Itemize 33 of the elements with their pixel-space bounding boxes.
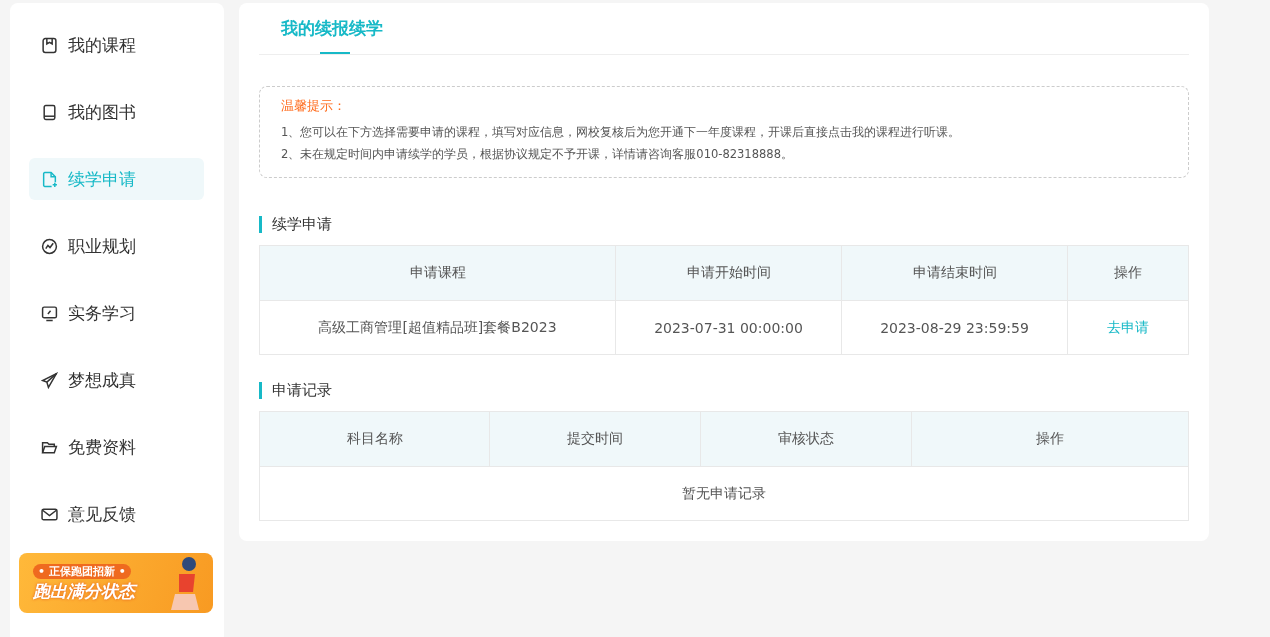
column-header: 申请开始时间	[616, 246, 842, 301]
paper-plane-icon	[41, 371, 58, 389]
monitor-icon	[41, 304, 58, 322]
bookmark-icon	[41, 36, 58, 54]
sidebar-item[interactable]: 职业规划	[29, 225, 204, 267]
sidebar-item[interactable]: 我的课程	[29, 24, 204, 66]
section-title: 申请记录	[259, 382, 1189, 399]
notice-text: 1、您可以在下方选择需要申请的课程，填写对应信息，网校复核后为您开通下一年度课程，开课后直接点击我的课程进行听课。	[281, 124, 962, 141]
column-header: 提交时间	[490, 412, 701, 467]
sidebar-item[interactable]: 意见反馈	[29, 493, 204, 535]
book-icon	[41, 103, 58, 121]
sidebar-item[interactable]: 实务学习	[29, 292, 204, 334]
sidebar-item[interactable]: 我的图书	[29, 91, 204, 133]
sidebar-item[interactable]: 免费资料	[29, 426, 204, 468]
column-header: 科目名称	[260, 412, 490, 467]
empty-message: 暂无申请记录	[681, 483, 767, 503]
notice-text: 2、未在规定时间内申请续学的学员，根据协议规定不予开课，详情请咨询客服010-82318888。	[281, 146, 794, 163]
envelope-icon	[41, 505, 58, 523]
banner-headline: 跑出满分状态	[33, 579, 213, 603]
chart-circle-icon	[41, 237, 58, 255]
banner-tagline: • 正保跑团招新 •	[33, 563, 131, 579]
section-title: 续学申请	[259, 216, 1189, 233]
column-header: 操作	[912, 412, 1188, 467]
table-cell: 2023-07-31 00:00:00	[616, 301, 842, 354]
sidebar-item[interactable]: 梦想成真	[29, 359, 204, 401]
notice-title: 温馨提示：	[281, 97, 347, 115]
table-cell: 2023-08-29 23:59:59	[842, 301, 1068, 354]
column-header: 审核状态	[701, 412, 912, 467]
column-header: 申请结束时间	[842, 246, 1068, 301]
column-header: 操作	[1068, 246, 1188, 301]
column-header: 申请课程	[260, 246, 616, 301]
table-cell: 高级工商管理[超值精品班]套餐B2023	[260, 301, 616, 354]
document-plus-icon	[41, 170, 58, 188]
